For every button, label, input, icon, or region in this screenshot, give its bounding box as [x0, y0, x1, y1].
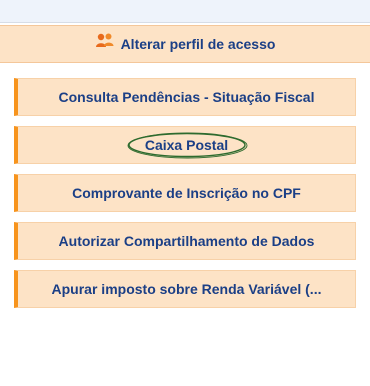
change-profile-button[interactable]: Alterar perfil de acesso [0, 25, 370, 63]
menu-item-caixa-postal[interactable]: Caixa Postal [14, 126, 356, 164]
menu-item-label: Caixa Postal [144, 137, 229, 153]
top-strip [0, 0, 370, 23]
menu-item-label: Apurar imposto sobre Renda Variável (... [51, 281, 322, 297]
menu-item-comprovante-cpf[interactable]: Comprovante de Inscrição no CPF [14, 174, 356, 212]
change-profile-label: Alterar perfil de acesso [120, 36, 276, 52]
menu-item-autorizar-compartilhamento[interactable]: Autorizar Compartilhamento de Dados [14, 222, 356, 260]
users-icon [95, 32, 115, 50]
menu-item-label: Autorizar Compartilhamento de Dados [58, 233, 315, 249]
menu-item-label: Consulta Pendências - Situação Fiscal [58, 89, 315, 105]
services-menu: Consulta Pendências - Situação Fiscal Ca… [14, 78, 356, 318]
menu-item-apurar-imposto[interactable]: Apurar imposto sobre Renda Variável (... [14, 270, 356, 308]
menu-item-label: Comprovante de Inscrição no CPF [72, 185, 301, 201]
menu-item-consulta-pendencias[interactable]: Consulta Pendências - Situação Fiscal [14, 78, 356, 116]
